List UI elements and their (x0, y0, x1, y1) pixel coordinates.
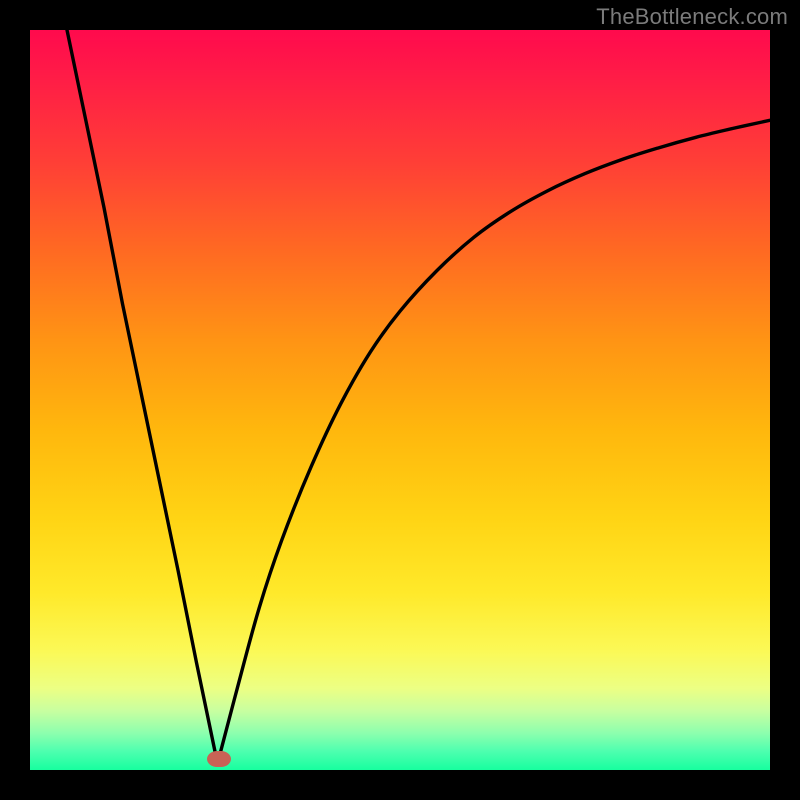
optimal-point-marker (207, 751, 231, 767)
curve-right-branch (219, 120, 770, 759)
bottleneck-curve (30, 30, 770, 770)
plot-area (30, 30, 770, 770)
curve-left-branch (67, 30, 219, 759)
watermark-text: TheBottleneck.com (596, 4, 788, 30)
